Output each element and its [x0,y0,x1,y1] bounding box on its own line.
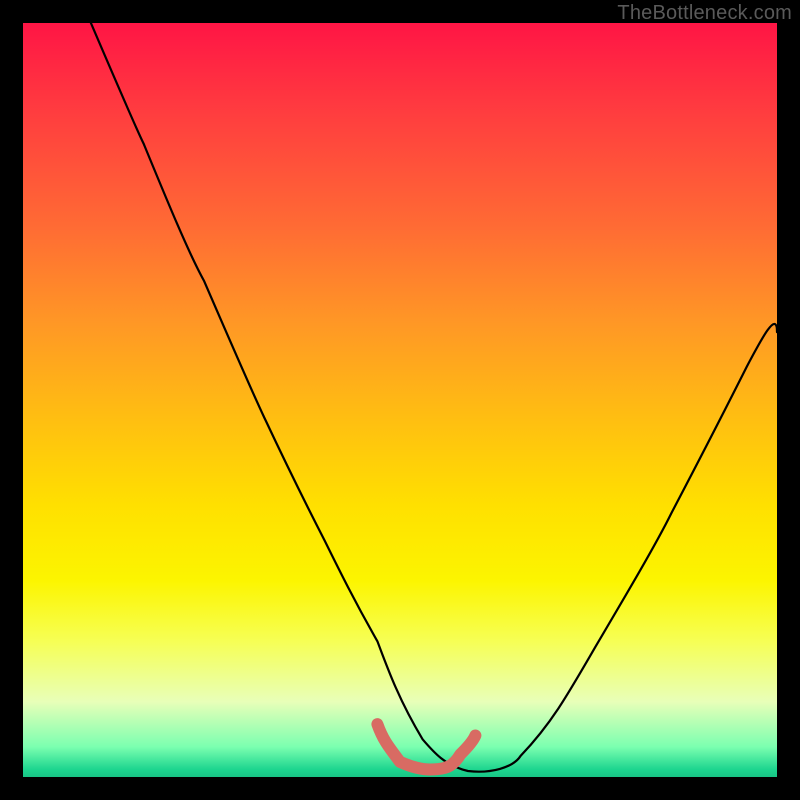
plot-area [23,23,777,777]
watermark-text: TheBottleneck.com [617,2,792,25]
bottleneck-curve [91,23,777,772]
highlight-segment [377,724,475,769]
chart-frame: TheBottleneck.com [0,0,800,800]
curve-layer [23,23,777,777]
